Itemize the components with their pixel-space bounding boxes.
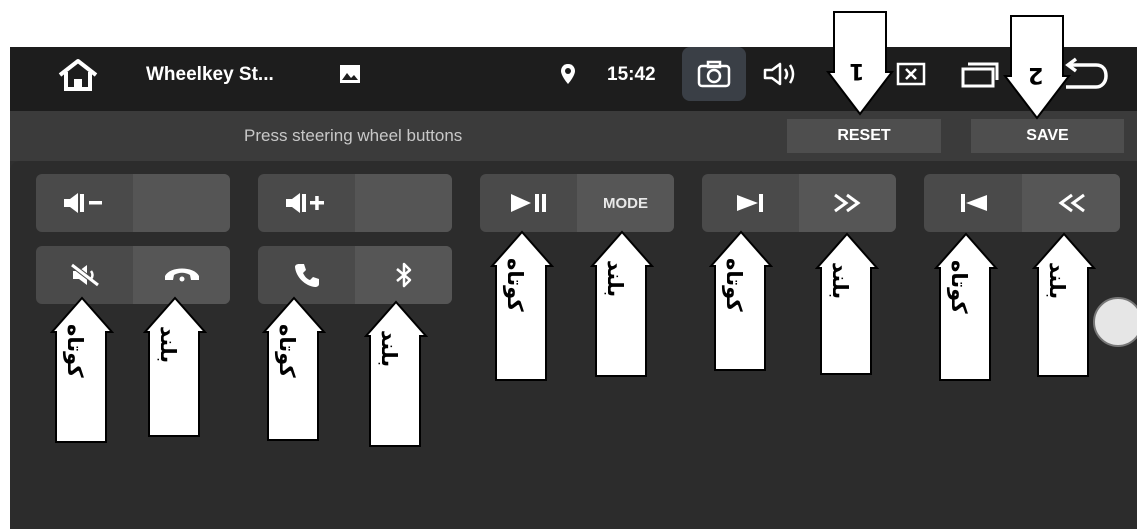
fast-forward-icon	[833, 193, 861, 213]
volume-up-icon	[285, 193, 324, 213]
recent-apps-icon[interactable]	[960, 60, 1000, 88]
volume-icon[interactable]	[762, 61, 798, 87]
call-icon	[294, 264, 319, 287]
fast-forward-button[interactable]	[799, 174, 896, 232]
rewind-button[interactable]	[1022, 174, 1120, 232]
callout-mute-short-label: کوتاه	[63, 324, 87, 378]
previous-track-icon	[961, 194, 987, 212]
mode-label: MODE	[603, 194, 648, 212]
close-window-icon[interactable]	[896, 62, 926, 86]
callout-mode-long-arrow	[590, 230, 654, 377]
callout-call-short-label: کوتاه	[275, 324, 299, 378]
home-icon[interactable]	[56, 57, 100, 93]
callout-play-short-label: کوتاه	[503, 258, 527, 312]
assistive-touch-knob[interactable]	[1093, 297, 1137, 347]
callout-bluetooth-long-arrow	[364, 300, 428, 447]
image-icon	[340, 65, 360, 83]
callout-ff-long-arrow	[815, 232, 879, 375]
save-button[interactable]: SAVE	[971, 119, 1124, 153]
volume-up-empty-slot[interactable]	[355, 174, 452, 232]
callout-mode-long-label: بلند	[603, 260, 627, 298]
play-pause-button[interactable]	[480, 174, 577, 232]
callout-2-number: 2	[1028, 62, 1044, 87]
instruction-text: Press steering wheel buttons	[244, 126, 463, 145]
rewind-icon	[1058, 193, 1085, 213]
callout-bluetooth-long-label: بلند	[377, 330, 401, 368]
volume-down-pair	[36, 174, 230, 232]
play-mode-pair: MODE	[480, 174, 674, 232]
volume-down-empty-slot[interactable]	[133, 174, 230, 232]
next-pair	[702, 174, 896, 232]
callout-1-number: 1	[849, 58, 865, 83]
clock: 15:42	[607, 64, 656, 85]
reset-button[interactable]: RESET	[787, 119, 941, 153]
callout-rewind-long-label: بلند	[1045, 262, 1069, 300]
next-track-icon	[736, 194, 763, 212]
app-title: Wheelkey St...	[146, 64, 274, 85]
bluetooth-icon	[395, 262, 411, 288]
callout-next-short-label: کوتاه	[722, 258, 746, 312]
mute-icon	[69, 263, 100, 287]
callout-rewind-long-arrow	[1032, 232, 1096, 377]
bluetooth-button[interactable]	[355, 246, 452, 304]
camera-icon[interactable]	[697, 60, 731, 88]
next-track-button[interactable]	[702, 174, 799, 232]
volume-down-button[interactable]	[36, 174, 133, 232]
callout-prev-short-label: کوتاه	[947, 260, 971, 314]
previous-track-button[interactable]	[924, 174, 1022, 232]
mode-button[interactable]: MODE	[577, 174, 674, 232]
previous-pair	[924, 174, 1120, 232]
volume-up-pair	[258, 174, 452, 232]
callout-hangup-long-label: بلند	[156, 326, 180, 364]
callout-ff-long-label: بلند	[828, 262, 852, 300]
hang-up-icon	[164, 268, 199, 282]
volume-down-icon	[63, 193, 102, 213]
toolbar	[10, 111, 1137, 161]
callout-hangup-long-arrow	[143, 296, 207, 437]
play-pause-icon	[510, 194, 546, 212]
volume-up-button[interactable]	[258, 174, 355, 232]
location-icon	[561, 64, 575, 84]
